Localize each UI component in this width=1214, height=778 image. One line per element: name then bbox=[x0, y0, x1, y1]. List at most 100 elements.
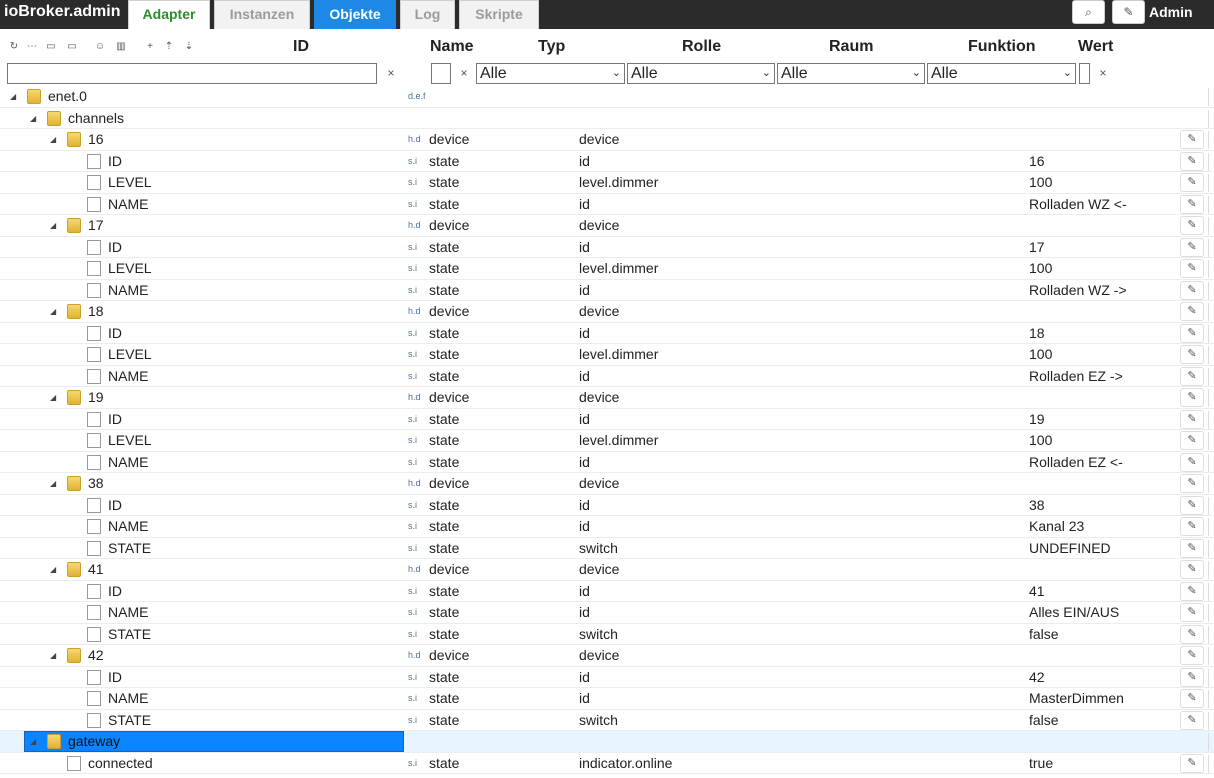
edit-row-button[interactable]: ✎ bbox=[1180, 409, 1204, 429]
row-id[interactable]: ID bbox=[108, 581, 122, 602]
edit-row-button[interactable]: ✎ bbox=[1180, 603, 1204, 622]
row-id[interactable]: ID bbox=[108, 409, 122, 430]
row-id[interactable]: LEVEL bbox=[108, 344, 152, 365]
table-row[interactable]: ID s.i state id 38 ✎ bbox=[0, 495, 1214, 516]
edit-row-button[interactable]: ✎ bbox=[1180, 517, 1204, 536]
edit-row-button[interactable]: ✎ bbox=[1180, 237, 1204, 257]
table-row[interactable]: ◢ enet.0 d.e.f bbox=[0, 86, 1214, 108]
row-id[interactable]: channels bbox=[68, 108, 124, 129]
tab-objekte[interactable]: Objekte bbox=[314, 0, 396, 29]
row-id[interactable]: 19 bbox=[88, 387, 104, 408]
expand-toggle-icon[interactable]: ◢ bbox=[10, 86, 20, 107]
row-value[interactable]: 42 bbox=[1029, 667, 1045, 688]
row-id[interactable]: gateway bbox=[68, 731, 120, 752]
row-id[interactable]: STATE bbox=[108, 538, 151, 559]
edit-row-button[interactable]: ✎ bbox=[1180, 474, 1204, 493]
row-id[interactable]: 18 bbox=[88, 301, 104, 322]
row-id[interactable]: LEVEL bbox=[108, 258, 152, 279]
row-id[interactable]: ID bbox=[108, 667, 122, 688]
typ-filter-select[interactable]: Alle ⌄ bbox=[476, 63, 625, 84]
refresh-icon[interactable]: ↻ bbox=[8, 41, 20, 53]
row-value[interactable]: 38 bbox=[1029, 495, 1045, 516]
expand-toggle-icon[interactable]: ◢ bbox=[50, 559, 60, 580]
edit-row-button[interactable]: ✎ bbox=[1180, 345, 1204, 364]
table-row[interactable]: STATE s.i state switch false ✎ bbox=[0, 710, 1214, 731]
column-funktion[interactable]: Funktion bbox=[968, 38, 1036, 56]
row-id[interactable]: NAME bbox=[108, 452, 148, 473]
edit-row-button[interactable]: ✎ bbox=[1180, 431, 1204, 450]
edit-button[interactable]: ✎ bbox=[1112, 0, 1145, 24]
add-icon[interactable]: + bbox=[144, 41, 156, 53]
row-value[interactable]: UNDEFINED bbox=[1029, 538, 1111, 559]
edit-row-button[interactable]: ✎ bbox=[1180, 753, 1204, 773]
table-row[interactable]: ID s.i state id 16 ✎ bbox=[0, 151, 1214, 172]
row-id[interactable]: NAME bbox=[108, 688, 148, 709]
edit-row-button[interactable]: ✎ bbox=[1180, 130, 1204, 149]
edit-row-button[interactable]: ✎ bbox=[1180, 388, 1204, 407]
row-value[interactable]: false bbox=[1029, 624, 1059, 645]
edit-row-button[interactable]: ✎ bbox=[1180, 646, 1204, 665]
table-row[interactable]: NAME s.i state id Rolladen EZ -> ✎ bbox=[0, 366, 1214, 387]
edit-row-button[interactable]: ✎ bbox=[1180, 538, 1204, 558]
table-row[interactable]: NAME s.i state id MasterDimmen ✎ bbox=[0, 688, 1214, 710]
clear-name-filter-icon[interactable]: × bbox=[457, 66, 471, 80]
row-value[interactable]: 41 bbox=[1029, 581, 1045, 602]
table-row[interactable]: NAME s.i state id Alles EIN/AUS ✎ bbox=[0, 602, 1214, 624]
row-id[interactable]: 41 bbox=[88, 559, 104, 580]
edit-row-button[interactable]: ✎ bbox=[1180, 560, 1204, 579]
row-id[interactable]: enet.0 bbox=[48, 86, 87, 107]
row-value[interactable]: 18 bbox=[1029, 323, 1045, 344]
row-id[interactable]: 16 bbox=[88, 129, 104, 150]
table-row[interactable]: NAME s.i state id Rolladen WZ -> ✎ bbox=[0, 280, 1214, 301]
row-id[interactable]: ID bbox=[108, 237, 122, 258]
table-row[interactable]: STATE s.i state switch UNDEFINED ✎ bbox=[0, 538, 1214, 559]
row-value[interactable]: Kanal 23 bbox=[1029, 516, 1084, 537]
funktion-filter-select[interactable]: Alle ⌄ bbox=[927, 63, 1076, 84]
expand-toggle-icon[interactable]: ◢ bbox=[50, 215, 60, 236]
row-value[interactable]: 100 bbox=[1029, 258, 1052, 279]
row-id[interactable]: NAME bbox=[108, 516, 148, 537]
table-row[interactable]: ◢ channels bbox=[0, 108, 1214, 129]
table-row[interactable]: ◢ 42 h.d device device ✎ bbox=[0, 645, 1214, 667]
folder-icon[interactable]: ▭ bbox=[66, 41, 78, 53]
edit-row-button[interactable]: ✎ bbox=[1180, 710, 1204, 730]
column-wert[interactable]: Wert bbox=[1078, 38, 1113, 56]
row-value[interactable]: MasterDimmen bbox=[1029, 688, 1124, 709]
edit-row-button[interactable]: ✎ bbox=[1180, 194, 1204, 214]
edit-row-button[interactable]: ✎ bbox=[1180, 280, 1204, 300]
expert-icon[interactable]: ▥ bbox=[115, 41, 127, 53]
row-value[interactable]: 19 bbox=[1029, 409, 1045, 430]
row-id[interactable]: 38 bbox=[88, 473, 104, 494]
clear-wert-filter-icon[interactable]: × bbox=[1096, 66, 1110, 80]
edit-row-button[interactable]: ✎ bbox=[1180, 173, 1204, 192]
expand-toggle-icon[interactable]: ◢ bbox=[50, 129, 60, 150]
wert-filter-input[interactable] bbox=[1079, 63, 1090, 84]
table-row[interactable]: ID s.i state id 41 ✎ bbox=[0, 581, 1214, 602]
edit-row-button[interactable]: ✎ bbox=[1180, 667, 1204, 687]
table-row[interactable]: ◢ 17 h.d device device ✎ bbox=[0, 215, 1214, 237]
column-name[interactable]: Name bbox=[430, 38, 474, 56]
table-row[interactable]: ID s.i state id 19 ✎ bbox=[0, 409, 1214, 430]
row-value[interactable]: false bbox=[1029, 710, 1059, 731]
raum-filter-select[interactable]: Alle ⌄ bbox=[777, 63, 925, 84]
edit-row-button[interactable]: ✎ bbox=[1180, 151, 1204, 171]
folder-open-icon[interactable]: ▭ bbox=[45, 41, 57, 53]
row-value[interactable]: 100 bbox=[1029, 344, 1052, 365]
tab-log[interactable]: Log bbox=[400, 0, 455, 29]
rolle-filter-select[interactable]: Alle ⌄ bbox=[627, 63, 775, 84]
tab-adapter[interactable]: Adapter bbox=[128, 0, 210, 29]
table-row[interactable]: ID s.i state id 17 ✎ bbox=[0, 237, 1214, 258]
row-value[interactable]: Alles EIN/AUS bbox=[1029, 602, 1119, 623]
row-value[interactable]: 100 bbox=[1029, 430, 1052, 451]
row-value[interactable]: Rolladen WZ <- bbox=[1029, 194, 1127, 215]
tab-instanzen[interactable]: Instanzen bbox=[214, 0, 310, 29]
user-name[interactable]: Admin bbox=[1149, 0, 1193, 24]
row-id[interactable]: LEVEL bbox=[108, 172, 152, 193]
table-row[interactable]: STATE s.i state switch false ✎ bbox=[0, 624, 1214, 645]
table-row[interactable]: ◢ 16 h.d device device ✎ bbox=[0, 129, 1214, 151]
row-value[interactable]: Rolladen EZ <- bbox=[1029, 452, 1123, 473]
row-id[interactable]: STATE bbox=[108, 624, 151, 645]
table-row[interactable]: ◢ 18 h.d device device ✎ bbox=[0, 301, 1214, 323]
name-filter-input[interactable] bbox=[431, 63, 451, 84]
table-row[interactable]: LEVEL s.i state level.dimmer 100 ✎ bbox=[0, 258, 1214, 280]
